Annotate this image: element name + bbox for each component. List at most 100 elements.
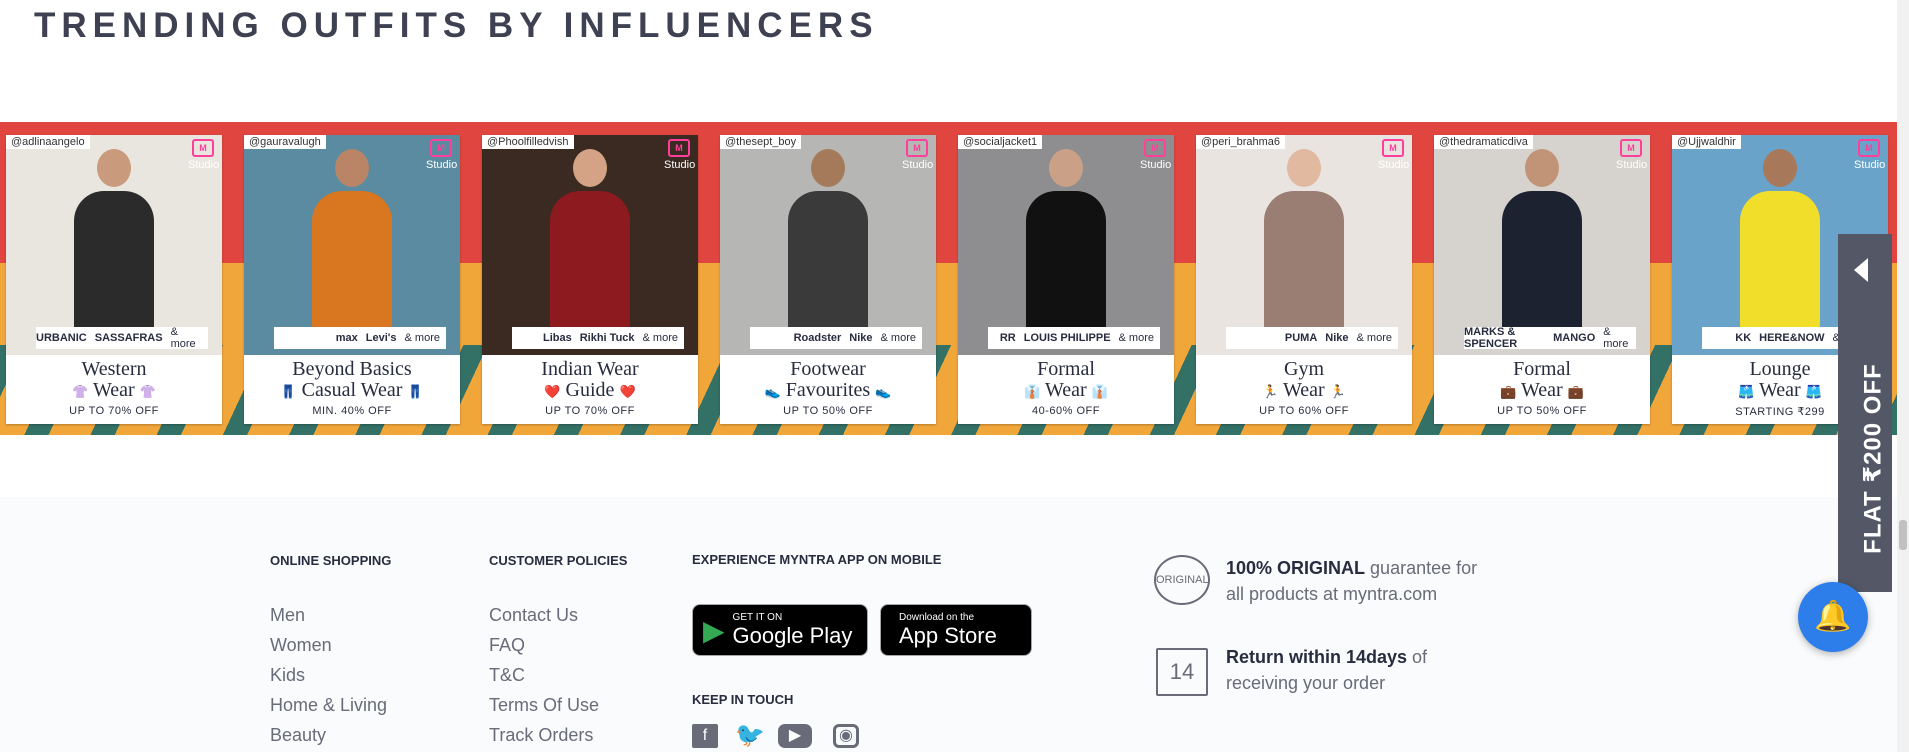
flat-offer-tab[interactable]: FLAT ₹200 OFF <box>1838 234 1892 592</box>
customer-policies-links: Contact Us FAQ T&C Terms Of Use Track Or… <box>489 600 599 750</box>
brand-logo: Nike <box>1325 332 1349 344</box>
influencer-photo: @adlinaangelo M Studio URBANIC SASSAFRAS … <box>6 135 222 355</box>
instagram-icon[interactable]: ◉ <box>833 724 859 748</box>
footer-link-terms-of-use[interactable]: Terms Of Use <box>489 690 599 720</box>
footer-link-contact-us[interactable]: Contact Us <box>489 600 599 630</box>
influencer-card[interactable]: @adlinaangelo M Studio URBANIC SASSAFRAS … <box>6 135 222 424</box>
studio-icon: M <box>430 139 452 157</box>
influencer-handle: @Ujjwaldhir <box>1672 135 1741 149</box>
influencer-handle: @Phoolfilledvish <box>482 135 574 149</box>
footer-link-faq[interactable]: FAQ <box>489 630 599 660</box>
card-offer: UP TO 60% OFF <box>1259 405 1349 417</box>
card-offer: UP TO 50% OFF <box>783 405 873 417</box>
card-title-line1: Indian Wear <box>541 358 639 380</box>
footer-link-tc[interactable]: T&C <box>489 660 599 690</box>
chevron-left-icon[interactable] <box>1854 258 1868 282</box>
studio-badge: M Studio <box>426 139 457 171</box>
card-title-line2: ❤️ Guide ❤️ <box>544 379 636 401</box>
card-label: Western 👚 Wear 👚 UP TO 70% OFF <box>6 355 222 424</box>
studio-icon: M <box>192 139 214 157</box>
card-offer: UP TO 50% OFF <box>1497 405 1587 417</box>
card-title-line2: 👚 Wear 👚 <box>72 379 156 401</box>
influencer-photo: @gauravalugh M Studio max Levi's & more <box>244 135 460 355</box>
footer-link-track-orders[interactable]: Track Orders <box>489 720 599 750</box>
studio-badge: M Studio <box>188 139 219 171</box>
influencer-handle: @thesept_boy <box>720 135 802 149</box>
google-play-icon: ▶ <box>703 614 725 646</box>
influencer-card[interactable]: @thesept_boy M Studio Roadster Nike & mor… <box>720 135 936 424</box>
influencer-card[interactable]: @thedramaticdiva M Studio MARKS & SPENCER… <box>1434 135 1650 424</box>
studio-badge: M Studio <box>902 139 933 171</box>
twitter-icon[interactable]: 🐦 <box>735 724 765 748</box>
app-store-button[interactable]: Download on the App Store <box>880 604 1032 656</box>
influencer-card[interactable]: @socialjacket1 M Studio RR LOUIS PHILIPPE… <box>958 135 1174 424</box>
keep-in-touch-heading: KEEP IN TOUCH <box>692 692 794 707</box>
footer-link-home-living[interactable]: Home & Living <box>270 690 387 720</box>
brand-strip: URBANIC SASSAFRAS & more <box>36 326 208 350</box>
footer-link-women[interactable]: Women <box>270 630 387 660</box>
influencer-figure <box>74 149 154 341</box>
influencer-figure <box>788 149 868 341</box>
card-title-line2: 💼 Wear 💼 <box>1500 379 1584 401</box>
return-line2: receiving your order <box>1226 673 1386 693</box>
brand-logo: PUMA <box>1284 332 1318 344</box>
influencer-handle: @socialjacket1 <box>958 135 1043 149</box>
online-shopping-links: Men Women Kids Home & Living Beauty <box>270 600 387 750</box>
more-brands: & more <box>1603 326 1629 350</box>
influencer-handle: @peri_brahma6 <box>1196 135 1286 149</box>
card-label: Gym 🏃 Wear 🏃 UP TO 60% OFF <box>1196 355 1412 424</box>
brand-strip: RR LOUIS PHILIPPE & more <box>988 327 1160 349</box>
brand-logo: Nike <box>849 332 873 344</box>
studio-badge: M Studio <box>1616 139 1647 171</box>
google-play-big: Google Play <box>732 623 853 648</box>
brand-logo: KK <box>1735 332 1752 344</box>
brand-logo: Roadster <box>793 332 842 344</box>
footer-link-men[interactable]: Men <box>270 600 387 630</box>
original-guarantee: 100% ORIGINAL guarantee for all products… <box>1226 555 1477 607</box>
influencer-banner: @adlinaangelo M Studio URBANIC SASSAFRAS … <box>0 122 1897 435</box>
page-title: TRENDING OUTFITS BY INFLUENCERS <box>34 6 879 45</box>
influencer-card[interactable]: @peri_brahma6 M Studio PUMA Nike & more G… <box>1196 135 1412 424</box>
brand-logo: MARKS & SPENCER <box>1464 326 1518 350</box>
influencer-card[interactable]: @Phoolfilledvish M Studio Libas Rikhi Tuc… <box>482 135 698 424</box>
brand-strip: PUMA Nike & more <box>1226 327 1398 349</box>
card-title-line1: Western <box>81 358 147 380</box>
brand-logo: LOUIS PHILIPPE <box>1023 332 1111 344</box>
card-title-line1: Gym <box>1284 358 1324 380</box>
card-label: Indian Wear ❤️ Guide ❤️ UP TO 70% OFF <box>482 355 698 424</box>
original-rest: guarantee for <box>1365 558 1478 578</box>
footer-link-kids[interactable]: Kids <box>270 660 387 690</box>
scrollbar[interactable] <box>1897 0 1909 752</box>
card-offer: UP TO 70% OFF <box>69 405 159 417</box>
facebook-icon[interactable]: f <box>692 724 718 748</box>
card-label: Formal 💼 Wear 💼 UP TO 50% OFF <box>1434 355 1650 424</box>
scrollbar-thumb[interactable] <box>1899 520 1907 550</box>
google-play-button[interactable]: ▶ GET IT ON Google Play <box>692 604 868 656</box>
footer-link-beauty[interactable]: Beauty <box>270 720 387 750</box>
influencer-photo: @peri_brahma6 M Studio PUMA Nike & more <box>1196 135 1412 355</box>
brand-logo: MANGO <box>1553 332 1596 344</box>
brand-strip: MARKS & SPENCER MANGO & more <box>1464 326 1636 350</box>
card-title-line1: Formal <box>1513 358 1571 380</box>
brand-logo: Libas <box>542 332 572 344</box>
influencer-photo: @Phoolfilledvish M Studio Libas Rikhi Tuc… <box>482 135 698 355</box>
more-brands: & more <box>1356 332 1392 344</box>
card-title-line1: Formal <box>1037 358 1095 380</box>
brand-logo: SASSAFRAS <box>94 332 163 344</box>
studio-badge: M Studio <box>1378 139 1409 171</box>
studio-badge: M Studio <box>664 139 695 171</box>
notification-bell-button[interactable]: 🔔 <box>1798 582 1868 652</box>
studio-icon: M <box>1382 139 1404 157</box>
youtube-icon[interactable]: ▶ <box>778 724 812 748</box>
return-rest: of <box>1407 647 1428 667</box>
influencer-figure <box>1264 149 1344 341</box>
return-bold: Return within 14days <box>1226 647 1408 667</box>
card-offer: MIN. 40% OFF <box>312 405 392 417</box>
influencer-card[interactable]: @gauravalugh M Studio max Levi's & more B… <box>244 135 460 424</box>
card-title-line1: Footwear <box>790 358 866 380</box>
card-title-line2: 👖 Casual Wear 👖 <box>280 379 424 401</box>
brand-logo: Levi's <box>365 332 397 344</box>
more-brands: & more <box>880 332 916 344</box>
influencer-handle: @adlinaangelo <box>6 135 90 149</box>
influencer-photo: @socialjacket1 M Studio RR LOUIS PHILIPPE… <box>958 135 1174 355</box>
